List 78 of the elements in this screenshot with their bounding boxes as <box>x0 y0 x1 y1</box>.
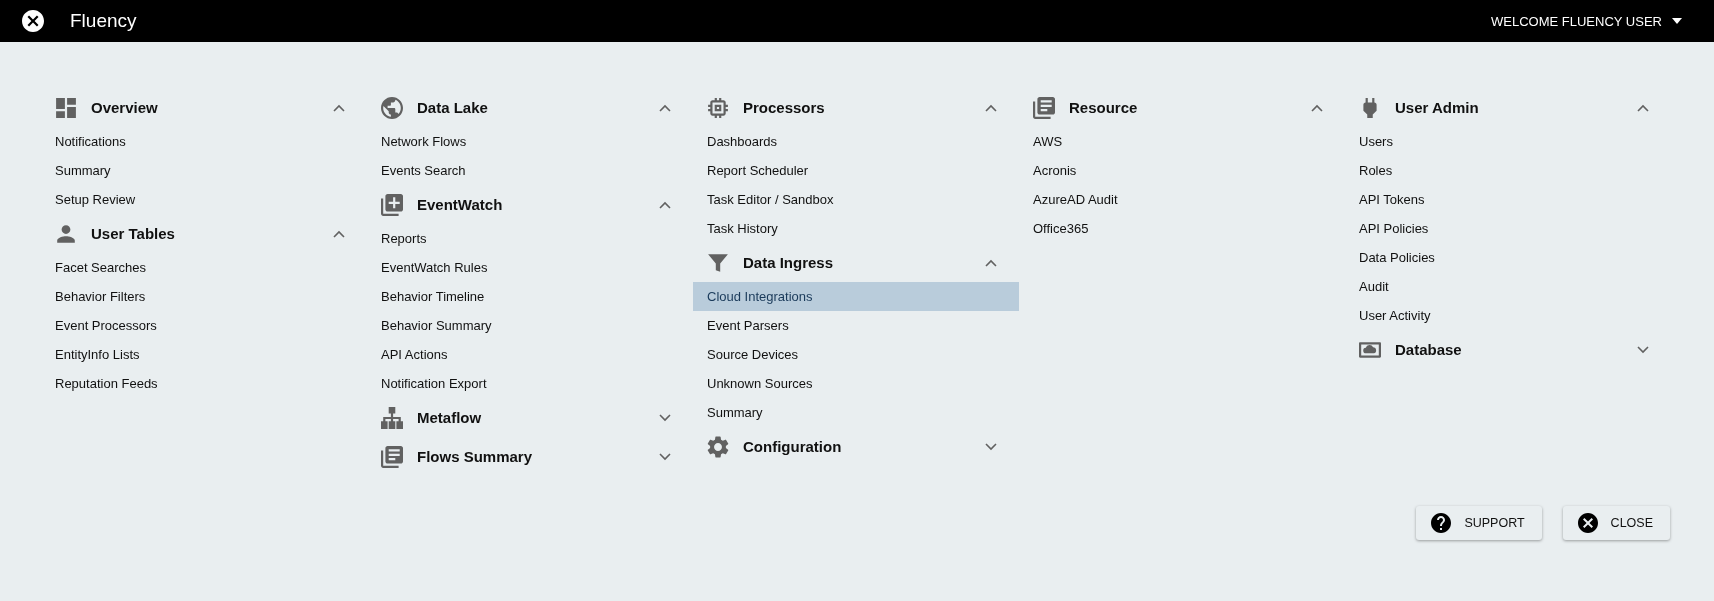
user-menu[interactable]: WELCOME FLUENCY USER <box>1491 13 1682 29</box>
menu-item[interactable]: AzureAD Audit <box>1019 185 1345 214</box>
menu-item[interactable]: Summary <box>41 156 367 185</box>
menu-item[interactable]: Report Scheduler <box>693 156 1019 185</box>
menu-item[interactable]: AWS <box>1019 127 1345 156</box>
menu-item[interactable]: Source Devices <box>693 340 1019 369</box>
caret-icon <box>1672 18 1682 24</box>
menu-item[interactable]: Events Search <box>367 156 693 185</box>
section-header[interactable]: Resource <box>1019 88 1345 127</box>
menu-item[interactable]: Dashboards <box>693 127 1019 156</box>
dashboard-icon <box>55 96 77 119</box>
menu-item[interactable]: Summary <box>693 398 1019 427</box>
close-button[interactable]: CLOSE <box>1562 506 1670 540</box>
person-icon <box>55 222 77 245</box>
gear-icon <box>707 435 729 458</box>
menu-item[interactable]: Behavior Summary <box>367 311 693 340</box>
chevron-up-icon[interactable] <box>333 229 345 238</box>
menu-item[interactable]: Notification Export <box>367 369 693 398</box>
menu-item[interactable]: Behavior Filters <box>41 282 367 311</box>
globe-icon <box>381 96 403 119</box>
menu-item[interactable]: API Policies <box>1345 214 1671 243</box>
menu-item[interactable]: Data Policies <box>1345 243 1671 272</box>
menu-item[interactable]: EventWatch Rules <box>367 253 693 282</box>
menu-item[interactable]: Reports <box>367 224 693 253</box>
documents-icon <box>381 445 403 468</box>
menu-item[interactable]: Acronis <box>1019 156 1345 185</box>
section-header[interactable]: Overview <box>41 88 367 127</box>
add-library-icon <box>381 193 403 216</box>
section-header[interactable]: Data Ingress <box>693 243 1019 282</box>
menu-item[interactable]: Task History <box>693 214 1019 243</box>
section-header[interactable]: Data Lake <box>367 88 693 127</box>
close-icon[interactable] <box>22 10 44 32</box>
chevron-down-icon[interactable] <box>1637 345 1649 354</box>
hierarchy-icon <box>381 406 403 429</box>
menu-item[interactable]: API Tokens <box>1345 185 1671 214</box>
section-header[interactable]: Processors <box>693 88 1019 127</box>
menu-item[interactable]: Roles <box>1345 156 1671 185</box>
menu-item[interactable]: Notifications <box>41 127 367 156</box>
menu-item[interactable]: Event Processors <box>41 311 367 340</box>
section-header[interactable]: Flows Summary <box>367 437 693 476</box>
section-header[interactable]: User Tables <box>41 214 367 253</box>
menu-item[interactable]: Facet Searches <box>41 253 367 282</box>
menu-item[interactable]: Task Editor / Sandbox <box>693 185 1019 214</box>
app-title: Fluency <box>70 10 137 32</box>
section-header[interactable]: User Admin <box>1345 88 1671 127</box>
chevron-up-icon[interactable] <box>659 200 671 209</box>
help-icon <box>1431 513 1452 533</box>
chevron-up-icon[interactable] <box>1311 103 1323 112</box>
menu-item[interactable]: Event Parsers <box>693 311 1019 340</box>
chip-icon <box>707 96 729 119</box>
close-icon <box>1577 513 1598 533</box>
chevron-down-icon[interactable] <box>659 413 671 422</box>
funnel-icon <box>707 251 729 274</box>
support-button[interactable]: SUPPORT <box>1416 506 1542 540</box>
menu-item[interactable]: API Actions <box>367 340 693 369</box>
section-header[interactable]: Database <box>1345 330 1671 369</box>
menu-item[interactable]: Reputation Feeds <box>41 369 367 398</box>
menu-item[interactable]: Network Flows <box>367 127 693 156</box>
section-header[interactable]: Metaflow <box>367 398 693 437</box>
chevron-down-icon[interactable] <box>985 442 997 451</box>
chevron-up-icon[interactable] <box>659 103 671 112</box>
documents-icon <box>1033 96 1055 119</box>
menu-item[interactable]: Behavior Timeline <box>367 282 693 311</box>
menu-item[interactable]: Office365 <box>1019 214 1345 243</box>
section-header[interactable]: Configuration <box>693 427 1019 466</box>
chevron-down-icon[interactable] <box>659 452 671 461</box>
menu-item[interactable]: Unknown Sources <box>693 369 1019 398</box>
menu-item[interactable]: Audit <box>1345 272 1671 301</box>
menu-item[interactable]: EntityInfo Lists <box>41 340 367 369</box>
menu-item[interactable]: Cloud Integrations <box>693 282 1019 311</box>
menu-item[interactable]: User Activity <box>1345 301 1671 330</box>
chevron-up-icon[interactable] <box>985 258 997 267</box>
menu-item[interactable]: Users <box>1345 127 1671 156</box>
menu-item[interactable]: Setup Review <box>41 185 367 214</box>
chevron-up-icon[interactable] <box>985 103 997 112</box>
section-header[interactable]: EventWatch <box>367 185 693 224</box>
chevron-up-icon[interactable] <box>1637 103 1649 112</box>
chevron-up-icon[interactable] <box>333 103 345 112</box>
